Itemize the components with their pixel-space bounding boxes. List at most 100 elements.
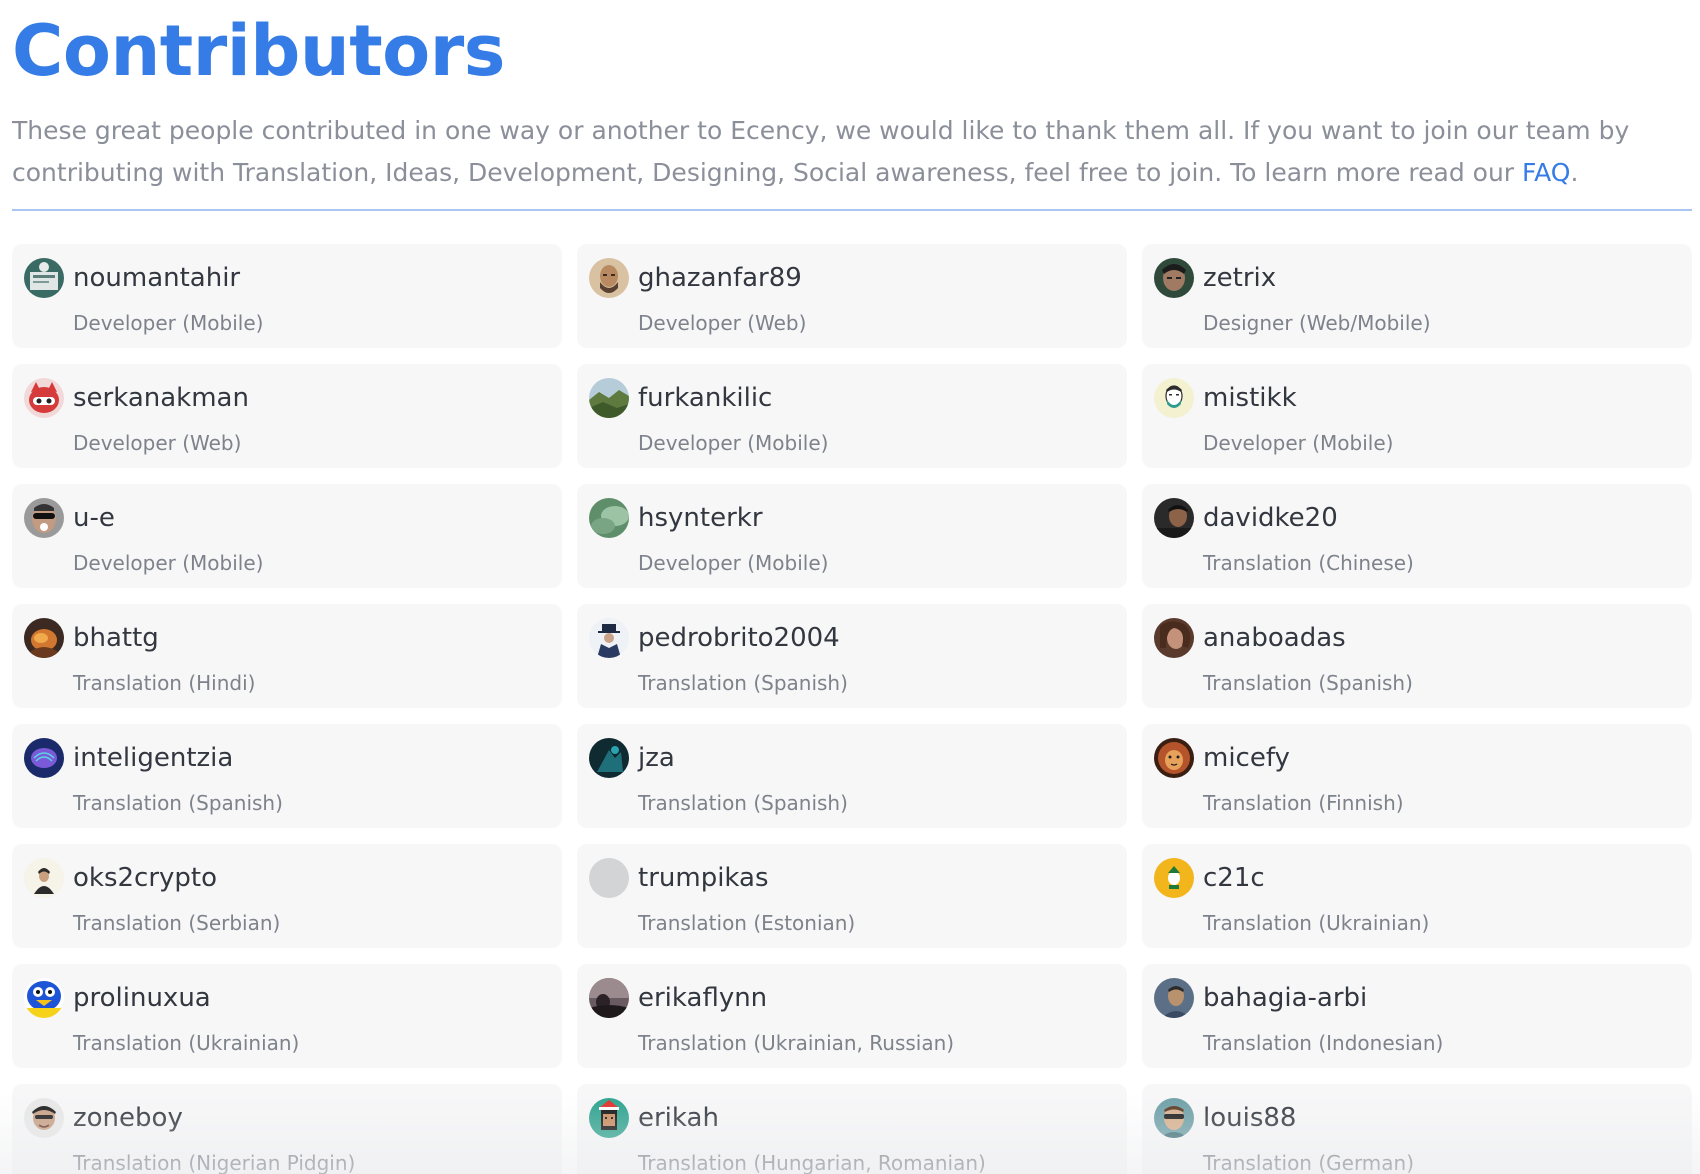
contributor-username[interactable]: erikaflynn [638, 978, 767, 1018]
contributor-card[interactable]: bahagia-arbi Translation (Indonesian) [1142, 964, 1692, 1068]
contributor-role: Developer (Mobile) [1203, 431, 1394, 455]
contributor-card[interactable]: micefy Translation (Finnish) [1142, 724, 1692, 828]
contributor-card[interactable]: davidke20 Translation (Chinese) [1142, 484, 1692, 588]
contributor-role: Translation (Estonian) [638, 911, 856, 935]
contributor-card[interactable]: zetrix Designer (Web/Mobile) [1142, 244, 1692, 348]
avatar[interactable] [24, 378, 64, 418]
contributor-card[interactable]: mistikk Developer (Mobile) [1142, 364, 1692, 468]
avatar[interactable] [1154, 738, 1194, 778]
contributor-username[interactable]: bhattg [73, 618, 159, 658]
avatar[interactable] [24, 498, 64, 538]
avatar[interactable] [1154, 498, 1194, 538]
avatar[interactable] [589, 498, 629, 538]
contributor-card[interactable]: trumpikas Translation (Estonian) [577, 844, 1127, 948]
avatar[interactable] [24, 978, 64, 1018]
contributor-role: Translation (Spanish) [638, 671, 848, 695]
avatar[interactable] [24, 258, 64, 298]
avatar[interactable] [589, 978, 629, 1018]
contributor-role: Translation (Spanish) [1203, 671, 1413, 695]
contributor-card[interactable]: c21c Translation (Ukrainian) [1142, 844, 1692, 948]
avatar[interactable] [589, 738, 629, 778]
avatar-placeholder[interactable] [589, 858, 629, 898]
contributors-grid: noumantahir Developer (Mobile) ghazanfar… [12, 244, 1692, 1174]
contributor-username[interactable]: davidke20 [1203, 498, 1338, 538]
contributor-username[interactable]: prolinuxua [73, 978, 211, 1018]
contributor-card[interactable]: anaboadas Translation (Spanish) [1142, 604, 1692, 708]
contributor-username[interactable]: zoneboy [73, 1098, 183, 1138]
contributor-username[interactable]: louis88 [1203, 1098, 1296, 1138]
intro-paragraph: These great people contributed in one wa… [12, 110, 1692, 194]
contributor-card[interactable]: erikah Translation (Hungarian, Romanian) [577, 1084, 1127, 1174]
contributor-card[interactable]: inteligentzia Translation (Spanish) [12, 724, 562, 828]
contributor-card[interactable]: u-e Developer (Mobile) [12, 484, 562, 588]
avatar[interactable] [24, 858, 64, 898]
contributor-username[interactable]: jza [638, 738, 675, 778]
avatar[interactable] [24, 618, 64, 658]
contributor-card[interactable]: hsynterkr Developer (Mobile) [577, 484, 1127, 588]
contributor-role: Translation (Indonesian) [1203, 1031, 1444, 1055]
contributor-role: Translation (Hungarian, Romanian) [638, 1151, 986, 1174]
contributor-card[interactable]: furkankilic Developer (Mobile) [577, 364, 1127, 468]
contributor-role: Translation (Hindi) [73, 671, 256, 695]
contributor-username[interactable]: bahagia-arbi [1203, 978, 1367, 1018]
avatar[interactable] [1154, 978, 1194, 1018]
contributor-username[interactable]: micefy [1203, 738, 1290, 778]
avatar[interactable] [1154, 618, 1194, 658]
contributor-card[interactable]: pedrobrito2004 Translation (Spanish) [577, 604, 1127, 708]
page-title: Contributors [12, 10, 505, 92]
contributor-role: Developer (Mobile) [638, 431, 829, 455]
contributor-card[interactable]: prolinuxua Translation (Ukrainian) [12, 964, 562, 1068]
avatar[interactable] [24, 738, 64, 778]
contributor-username[interactable]: anaboadas [1203, 618, 1346, 658]
contributor-username[interactable]: c21c [1203, 858, 1265, 898]
contributor-username[interactable]: mistikk [1203, 378, 1297, 418]
header-divider [12, 209, 1692, 211]
avatar[interactable] [1154, 1098, 1194, 1138]
contributor-role: Developer (Mobile) [638, 551, 829, 575]
contributor-username[interactable]: trumpikas [638, 858, 769, 898]
avatar[interactable] [589, 1098, 629, 1138]
intro-end: . [1570, 158, 1579, 187]
contributor-card[interactable]: erikaflynn Translation (Ukrainian, Russi… [577, 964, 1127, 1068]
contributor-role: Translation (German) [1203, 1151, 1415, 1174]
contributor-role: Developer (Web) [638, 311, 807, 335]
contributor-username[interactable]: inteligentzia [73, 738, 233, 778]
contributor-username[interactable]: furkankilic [638, 378, 772, 418]
contributor-role: Developer (Mobile) [73, 311, 264, 335]
contributor-role: Translation (Spanish) [73, 791, 283, 815]
contributor-username[interactable]: serkanakman [73, 378, 249, 418]
contributor-username[interactable]: zetrix [1203, 258, 1276, 298]
contributor-role: Translation (Serbian) [73, 911, 281, 935]
contributor-username[interactable]: pedrobrito2004 [638, 618, 840, 658]
avatar[interactable] [589, 378, 629, 418]
avatar[interactable] [1154, 258, 1194, 298]
contributor-role: Translation (Nigerian Pidgin) [73, 1151, 356, 1174]
contributor-role: Translation (Finnish) [1203, 791, 1404, 815]
avatar[interactable] [589, 258, 629, 298]
contributor-card[interactable]: noumantahir Developer (Mobile) [12, 244, 562, 348]
contributor-role: Translation (Spanish) [638, 791, 848, 815]
intro-text: These great people contributed in one wa… [12, 116, 1630, 187]
contributor-username[interactable]: erikah [638, 1098, 719, 1138]
contributor-role: Translation (Ukrainian) [1203, 911, 1430, 935]
contributor-card[interactable]: zoneboy Translation (Nigerian Pidgin) [12, 1084, 562, 1174]
avatar[interactable] [1154, 378, 1194, 418]
contributor-username[interactable]: u-e [73, 498, 115, 538]
contributor-role: Translation (Ukrainian, Russian) [638, 1031, 955, 1055]
contributor-username[interactable]: hsynterkr [638, 498, 763, 538]
contributor-card[interactable]: louis88 Translation (German) [1142, 1084, 1692, 1174]
contributor-username[interactable]: oks2crypto [73, 858, 217, 898]
avatar[interactable] [1154, 858, 1194, 898]
faq-link[interactable]: FAQ [1522, 158, 1570, 187]
contributor-role: Designer (Web/Mobile) [1203, 311, 1431, 335]
contributor-username[interactable]: ghazanfar89 [638, 258, 802, 298]
contributor-card[interactable]: jza Translation (Spanish) [577, 724, 1127, 828]
contributor-card[interactable]: bhattg Translation (Hindi) [12, 604, 562, 708]
contributor-role: Developer (Web) [73, 431, 242, 455]
contributor-card[interactable]: oks2crypto Translation (Serbian) [12, 844, 562, 948]
contributor-card[interactable]: ghazanfar89 Developer (Web) [577, 244, 1127, 348]
contributor-username[interactable]: noumantahir [73, 258, 240, 298]
avatar[interactable] [24, 1098, 64, 1138]
contributor-card[interactable]: serkanakman Developer (Web) [12, 364, 562, 468]
avatar[interactable] [589, 618, 629, 658]
